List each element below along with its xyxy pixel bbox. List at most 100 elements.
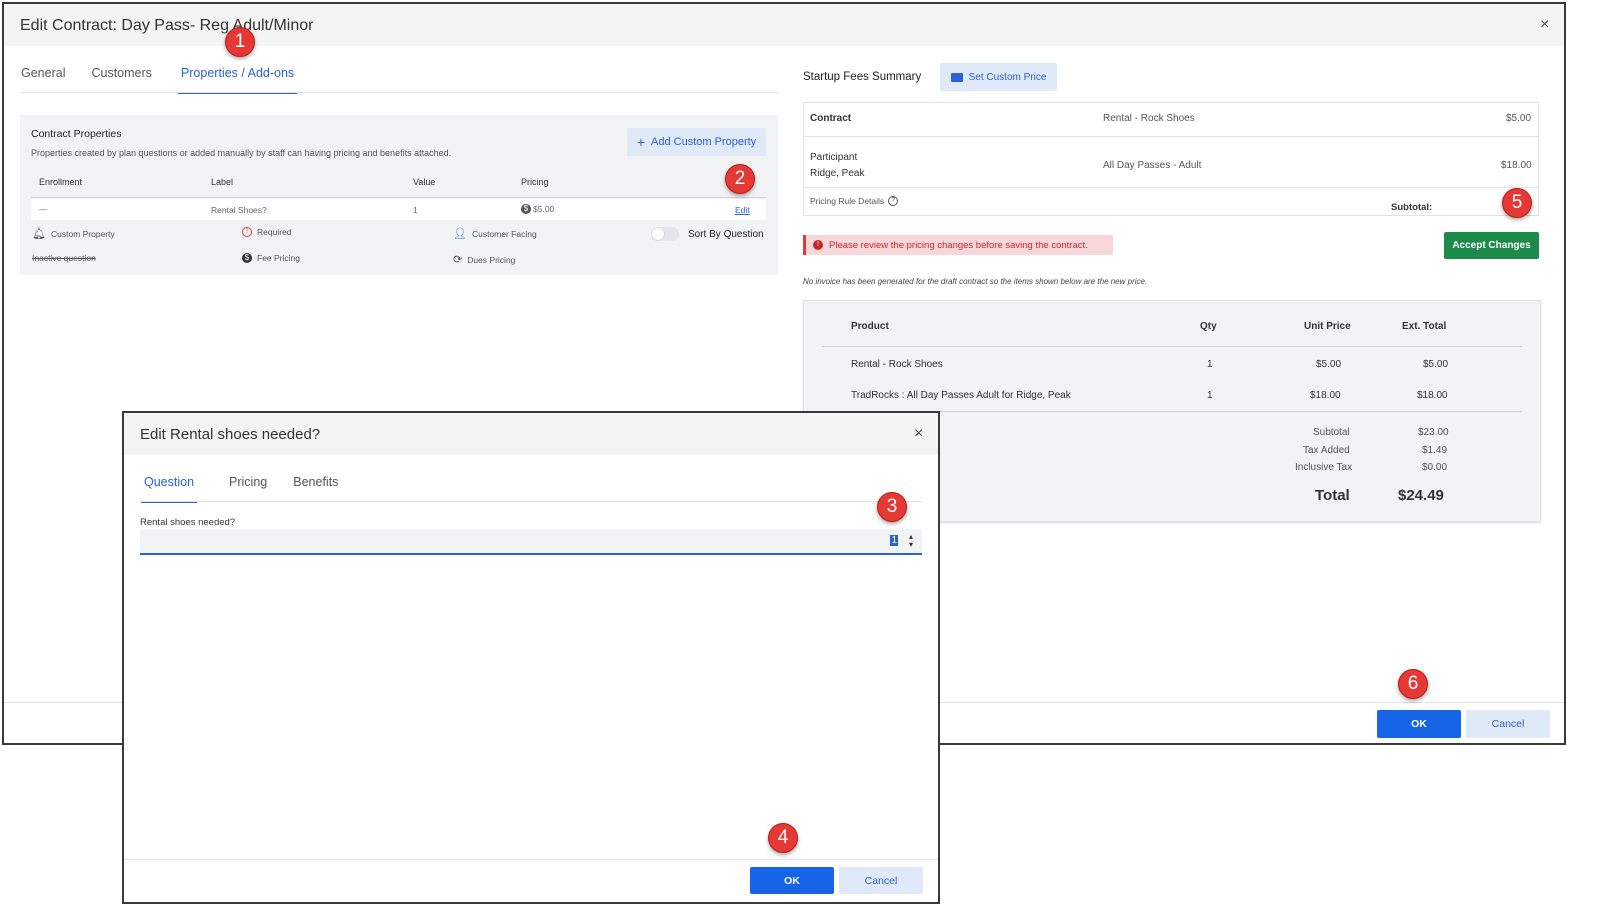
invoice-unit: $18.00 <box>1310 390 1341 401</box>
field-label: Rental shoes needed? <box>140 517 236 528</box>
inner-dialog-header: Edit Rental shoes needed? × <box>124 413 938 455</box>
tab-benefits[interactable]: Benefits <box>293 475 338 503</box>
edit-question-dialog: Edit Rental shoes needed? × Question Pri… <box>122 411 940 904</box>
quantity-stepper[interactable]: 1 ▴ ▾ <box>140 529 922 555</box>
dollar-icon: $ <box>521 204 531 214</box>
participant-name: Ridge, Peak <box>810 168 865 179</box>
dialog-title: Edit Contract: Day Pass- Reg Adult/Minor <box>20 17 314 34</box>
legend-custom-property: 🔔︎ Custom Property <box>32 227 115 240</box>
legend-custom-property-label: Custom Property <box>50 228 115 239</box>
user-icon: 👤︎ <box>453 228 467 240</box>
legend-inactive-question: Inactive question <box>32 253 96 263</box>
tab-question[interactable]: Question <box>141 475 198 503</box>
tab-customers[interactable]: Customers <box>91 66 151 94</box>
col-product: Product <box>851 321 889 332</box>
col-label: Label <box>211 177 234 187</box>
inclusive-tax-value: $0.00 <box>1422 462 1448 473</box>
question-tabs: Question Pricing Benefits <box>141 475 364 503</box>
close-icon[interactable]: × <box>914 425 923 443</box>
footer-divider <box>124 859 938 860</box>
row-pricing: $ $5.00 <box>521 204 554 214</box>
participant-amount: $18.00 <box>1501 160 1532 171</box>
legend-required-label: Required <box>257 227 292 237</box>
close-icon[interactable]: × <box>1540 16 1549 34</box>
contract-amount: $5.00 <box>1506 113 1532 124</box>
warning-alert: ! Please review the pricing changes befo… <box>803 235 1113 255</box>
ok-button[interactable]: OK <box>1377 710 1461 738</box>
row-pricing-value: $5.00 <box>533 204 555 214</box>
quantity-value: 1 <box>890 535 898 546</box>
subtotal-label: Subtotal: <box>1391 202 1433 213</box>
row-enrollment: — <box>39 204 48 214</box>
subtotal-value: $23.00 <box>1418 427 1449 438</box>
properties-description: Properties created by plan questions or … <box>31 148 452 158</box>
ok-button[interactable]: OK <box>750 867 834 894</box>
sort-toggle[interactable] <box>651 227 679 241</box>
properties-table-header: Enrollment Label Value Pricing <box>31 167 766 198</box>
callout-badge-5: 5 <box>1502 188 1532 218</box>
properties-heading: Contract Properties <box>31 128 122 140</box>
set-custom-price-button[interactable]: Set Custom Price <box>940 63 1057 91</box>
callout-badge-6: 6 <box>1398 669 1428 699</box>
bell-icon: 🔔︎ <box>32 228 46 240</box>
participant-item: All Day Passes - Adult <box>1103 160 1202 171</box>
pricing-rule-label: Pricing Rule Details <box>810 196 885 206</box>
contract-properties-panel: Contract Properties Properties created b… <box>20 115 778 275</box>
tab-properties[interactable]: Properties / Add-ons <box>177 66 298 94</box>
col-unit-price: Unit Price <box>1304 321 1351 332</box>
alert-circle-icon: ! <box>242 227 252 237</box>
total-value: $24.49 <box>1398 487 1444 504</box>
row-label: Rental Shoes? <box>211 205 267 215</box>
invoice-product-link[interactable]: Rental - Rock Shoes <box>851 359 943 370</box>
legend-dues-pricing: ⟳ Dues Pricing <box>453 253 515 266</box>
tab-pricing[interactable]: Pricing <box>229 475 267 503</box>
summary-box: Contract Rental - Rock Shoes $5.00 Parti… <box>803 102 1539 216</box>
legend-fee-pricing-label: Fee Pricing <box>257 253 300 263</box>
inclusive-tax-label: Inclusive Tax <box>1295 462 1353 473</box>
col-enrollment: Enrollment <box>39 177 83 187</box>
row-value: 1 <box>413 205 418 215</box>
price-tag-icon <box>950 72 963 82</box>
accept-changes-button[interactable]: Accept Changes <box>1444 232 1539 259</box>
tax-value: $1.49 <box>1422 445 1448 456</box>
sort-by-question-label: Sort By Question <box>688 229 764 240</box>
invoice-note: No invoice has been generated for the dr… <box>803 277 1148 286</box>
legend-customer-facing: 👤︎ Customer Facing <box>453 227 537 240</box>
col-qty: Qty <box>1200 321 1217 332</box>
table-row: — Rental Shoes? 1 $ $5.00 Edit <box>31 199 766 220</box>
warning-text: Please review the pricing changes before… <box>829 239 1088 251</box>
help-icon: ? <box>888 196 899 206</box>
legend-customer-facing-label: Customer Facing <box>471 228 537 239</box>
cancel-button[interactable]: Cancel <box>839 867 923 894</box>
tab-general[interactable]: General <box>21 66 65 94</box>
cancel-button[interactable]: Cancel <box>1466 710 1550 738</box>
invoice-product-link[interactable]: TradRocks : All Day Passes Adult for Rid… <box>851 390 1071 401</box>
dollar-icon: $ <box>242 253 252 263</box>
invoice-ext: $18.00 <box>1417 390 1448 401</box>
legend-dues-pricing-label: Dues Pricing <box>467 254 516 265</box>
inner-dialog-title: Edit Rental shoes needed? <box>140 426 321 443</box>
pricing-rule-details[interactable]: Pricing Rule Details ? <box>810 196 899 206</box>
invoice-ext: $5.00 <box>1423 359 1449 370</box>
summary-divider <box>804 187 1538 188</box>
callout-badge-2: 2 <box>725 164 755 194</box>
spinner-arrows-icon[interactable]: ▴ ▾ <box>909 533 913 549</box>
subtotal-label: Subtotal <box>1313 427 1350 438</box>
summary-heading: Startup Fees Summary <box>803 71 922 83</box>
add-custom-property-button[interactable]: + Add Custom Property <box>627 128 766 156</box>
summary-divider <box>804 136 1538 137</box>
invoice-qty: 1 <box>1207 359 1213 370</box>
edit-link[interactable]: Edit <box>735 205 750 215</box>
alert-icon: ! <box>813 240 823 250</box>
invoice-qty: 1 <box>1207 390 1213 401</box>
tabs-divider <box>20 92 778 93</box>
participant-label: Participant <box>810 152 858 163</box>
contract-tabs: General Customers Properties / Add-ons <box>21 66 323 94</box>
callout-badge-3: 3 <box>877 492 907 522</box>
set-custom-price-label: Set Custom Price <box>968 71 1047 83</box>
invoice-divider <box>822 346 1522 347</box>
legend-fee-pricing: $ Fee Pricing <box>242 253 300 263</box>
tax-label: Tax Added <box>1303 445 1350 456</box>
callout-badge-1: 1 <box>225 27 255 57</box>
add-custom-property-label: Add Custom Property <box>651 136 757 148</box>
